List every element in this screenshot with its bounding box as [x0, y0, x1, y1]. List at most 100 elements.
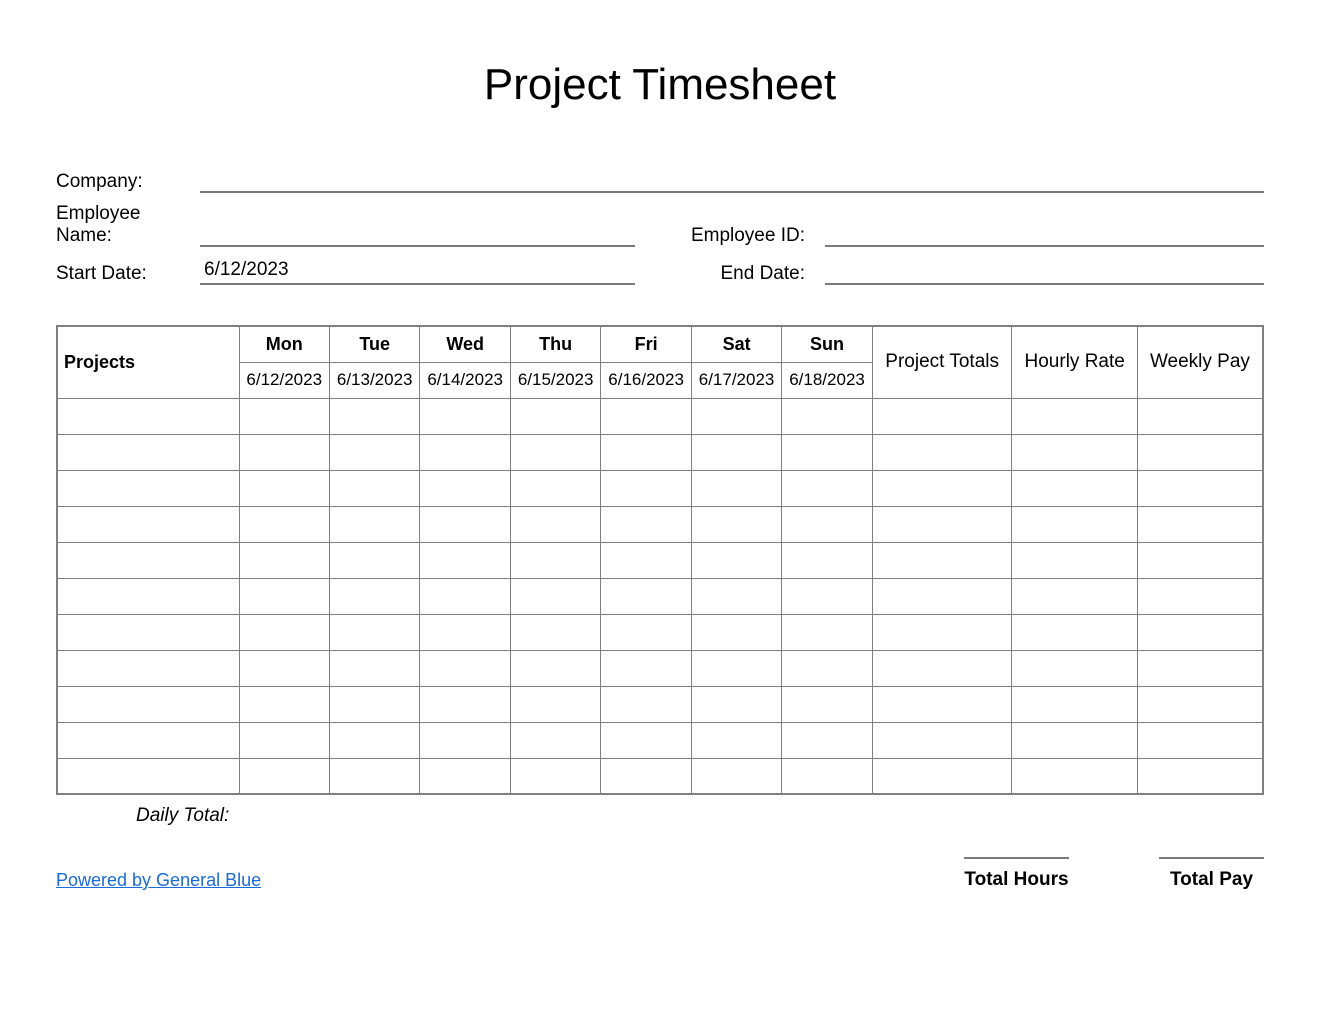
table-cell[interactable] — [872, 398, 1012, 434]
table-cell[interactable] — [1137, 578, 1263, 614]
table-cell[interactable] — [782, 398, 872, 434]
table-cell[interactable] — [872, 506, 1012, 542]
table-cell[interactable] — [691, 650, 781, 686]
table-cell[interactable] — [1012, 686, 1137, 722]
table-cell[interactable] — [510, 722, 600, 758]
table-cell[interactable] — [1012, 506, 1137, 542]
table-cell[interactable] — [872, 650, 1012, 686]
table-cell[interactable] — [329, 434, 419, 470]
table-cell[interactable] — [872, 722, 1012, 758]
table-cell[interactable] — [239, 650, 329, 686]
table-cell[interactable] — [782, 614, 872, 650]
table-cell[interactable] — [510, 578, 600, 614]
table-cell[interactable] — [510, 542, 600, 578]
table-cell[interactable] — [420, 614, 510, 650]
table-cell[interactable] — [239, 434, 329, 470]
table-cell[interactable] — [57, 722, 239, 758]
table-cell[interactable] — [239, 578, 329, 614]
table-cell[interactable] — [57, 542, 239, 578]
start-date-field[interactable]: 6/12/2023 — [200, 257, 635, 285]
table-cell[interactable] — [510, 614, 600, 650]
table-cell[interactable] — [57, 758, 239, 794]
table-cell[interactable] — [872, 758, 1012, 794]
table-cell[interactable] — [872, 614, 1012, 650]
table-cell[interactable] — [1012, 578, 1137, 614]
table-cell[interactable] — [1137, 506, 1263, 542]
table-cell[interactable] — [57, 686, 239, 722]
table-cell[interactable] — [329, 650, 419, 686]
table-cell[interactable] — [601, 614, 691, 650]
table-cell[interactable] — [1137, 470, 1263, 506]
table-cell[interactable] — [782, 758, 872, 794]
table-cell[interactable] — [1137, 434, 1263, 470]
table-cell[interactable] — [782, 470, 872, 506]
table-cell[interactable] — [510, 686, 600, 722]
table-cell[interactable] — [691, 470, 781, 506]
table-cell[interactable] — [1137, 722, 1263, 758]
table-cell[interactable] — [601, 758, 691, 794]
table-cell[interactable] — [1012, 722, 1137, 758]
table-cell[interactable] — [1137, 614, 1263, 650]
table-cell[interactable] — [510, 650, 600, 686]
table-cell[interactable] — [691, 506, 781, 542]
table-cell[interactable] — [601, 686, 691, 722]
table-cell[interactable] — [1012, 434, 1137, 470]
table-cell[interactable] — [601, 722, 691, 758]
table-cell[interactable] — [1137, 758, 1263, 794]
table-cell[interactable] — [329, 542, 419, 578]
table-cell[interactable] — [1012, 470, 1137, 506]
table-cell[interactable] — [691, 722, 781, 758]
table-cell[interactable] — [420, 542, 510, 578]
table-cell[interactable] — [510, 758, 600, 794]
table-cell[interactable] — [601, 398, 691, 434]
table-cell[interactable] — [329, 686, 419, 722]
table-cell[interactable] — [329, 614, 419, 650]
table-cell[interactable] — [872, 434, 1012, 470]
table-cell[interactable] — [510, 470, 600, 506]
table-cell[interactable] — [57, 470, 239, 506]
table-cell[interactable] — [691, 542, 781, 578]
table-cell[interactable] — [239, 470, 329, 506]
table-cell[interactable] — [329, 506, 419, 542]
table-cell[interactable] — [601, 506, 691, 542]
table-cell[interactable] — [601, 578, 691, 614]
table-cell[interactable] — [1137, 398, 1263, 434]
table-cell[interactable] — [420, 434, 510, 470]
table-cell[interactable] — [239, 506, 329, 542]
table-cell[interactable] — [1012, 398, 1137, 434]
table-cell[interactable] — [57, 650, 239, 686]
table-cell[interactable] — [691, 686, 781, 722]
table-cell[interactable] — [691, 758, 781, 794]
table-cell[interactable] — [872, 686, 1012, 722]
table-cell[interactable] — [782, 506, 872, 542]
table-cell[interactable] — [57, 578, 239, 614]
table-cell[interactable] — [691, 614, 781, 650]
table-cell[interactable] — [1012, 614, 1137, 650]
table-cell[interactable] — [782, 686, 872, 722]
table-cell[interactable] — [420, 578, 510, 614]
table-cell[interactable] — [1137, 686, 1263, 722]
table-cell[interactable] — [420, 506, 510, 542]
table-cell[interactable] — [782, 434, 872, 470]
table-cell[interactable] — [782, 542, 872, 578]
table-cell[interactable] — [329, 722, 419, 758]
table-cell[interactable] — [420, 722, 510, 758]
table-cell[interactable] — [420, 470, 510, 506]
table-cell[interactable] — [57, 398, 239, 434]
table-cell[interactable] — [872, 578, 1012, 614]
table-cell[interactable] — [691, 578, 781, 614]
table-cell[interactable] — [57, 614, 239, 650]
table-cell[interactable] — [1012, 542, 1137, 578]
table-cell[interactable] — [1137, 542, 1263, 578]
table-cell[interactable] — [601, 650, 691, 686]
table-cell[interactable] — [329, 398, 419, 434]
table-cell[interactable] — [420, 758, 510, 794]
table-cell[interactable] — [782, 722, 872, 758]
table-cell[interactable] — [691, 398, 781, 434]
table-cell[interactable] — [57, 506, 239, 542]
table-cell[interactable] — [1012, 758, 1137, 794]
table-cell[interactable] — [1012, 650, 1137, 686]
end-date-field[interactable] — [825, 257, 1264, 285]
table-cell[interactable] — [329, 578, 419, 614]
table-cell[interactable] — [510, 506, 600, 542]
